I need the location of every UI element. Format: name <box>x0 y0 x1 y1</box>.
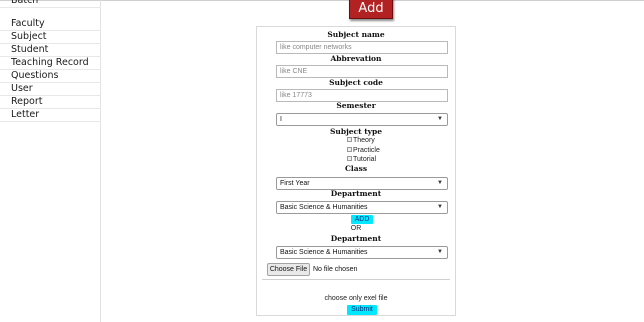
add-department-button[interactable]: ADD <box>351 215 373 224</box>
sidebar-item-subject[interactable]: Subject <box>0 31 101 44</box>
sidebar-item-batch[interactable]: Batch <box>0 0 101 8</box>
department-select[interactable]: Basic Science & Humanities ▼ <box>276 201 448 214</box>
semester-select[interactable]: I ▼ <box>276 113 448 126</box>
file-status-text: No file chosen <box>313 266 358 273</box>
add-subject-button[interactable]: Add <box>349 0 393 19</box>
checkbox-icon <box>347 156 352 161</box>
or-separator: OR <box>350 225 362 232</box>
class-select-value: First Year <box>280 180 310 187</box>
department-2-select-value: Basic Science & Humanities <box>280 249 368 256</box>
file-type-note: choose only exel file <box>324 295 388 302</box>
choose-file-button[interactable]: Choose File <box>267 263 310 276</box>
subject-type-tutorial-label: Tutorial <box>353 156 377 163</box>
subject-name-label: Subject name <box>327 30 385 39</box>
subject-type-theory-label: Theory <box>353 137 375 144</box>
submit-button[interactable]: Submit <box>347 305 377 315</box>
subject-type-tutorial-checkbox[interactable]: Tutorial <box>347 155 376 164</box>
sidebar-item-questions[interactable]: Questions <box>0 70 101 83</box>
semester-select-value: I <box>280 116 282 123</box>
department-select-value: Basic Science & Humanities <box>280 204 368 211</box>
sidebar: Batch Faculty Subject Student Teaching R… <box>0 0 101 322</box>
sidebar-item-faculty[interactable]: Faculty <box>0 18 101 31</box>
form-divider <box>262 279 450 280</box>
subject-type-theory-checkbox[interactable]: Theory <box>347 136 375 145</box>
sidebar-item-student[interactable]: Student <box>0 44 101 57</box>
subject-code-label: Subject code <box>329 78 383 87</box>
checkbox-icon <box>347 147 352 152</box>
abbreviation-label: Abbrevation <box>330 54 382 63</box>
department-2-label: Department <box>330 234 382 243</box>
sidebar-item-teaching-record[interactable]: Teaching Record <box>0 57 101 70</box>
semester-label: Semester <box>336 101 376 110</box>
subject-type-practicle-checkbox[interactable]: Practicle <box>347 146 380 155</box>
sidebar-item-report[interactable]: Report <box>0 96 101 109</box>
subject-type-practicle-label: Practicle <box>353 147 380 154</box>
chevron-down-icon: ▼ <box>437 204 443 210</box>
sidebar-item-user[interactable]: User <box>0 83 101 96</box>
chevron-down-icon: ▼ <box>437 180 443 186</box>
chevron-down-icon: ▼ <box>437 116 443 122</box>
abbreviation-input[interactable]: like CNE <box>276 65 448 78</box>
chevron-down-icon: ▼ <box>437 249 443 255</box>
checkbox-icon <box>347 137 352 142</box>
class-label: Class <box>344 164 368 173</box>
department-2-select[interactable]: Basic Science & Humanities ▼ <box>276 246 448 259</box>
sidebar-item-letter[interactable]: Letter <box>0 109 101 122</box>
department-label: Department <box>330 189 382 198</box>
subject-name-input[interactable]: like computer networks <box>276 41 448 54</box>
